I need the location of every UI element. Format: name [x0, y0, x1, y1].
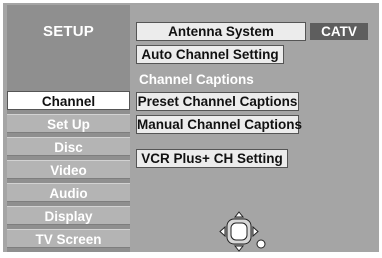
- menu-item-tv-screen[interactable]: TV Screen: [7, 229, 130, 248]
- antenna-system-button[interactable]: Antenna System: [136, 22, 306, 41]
- channel-captions-heading: Channel Captions: [139, 72, 254, 87]
- menu-title: SETUP: [42, 23, 94, 40]
- enter-dot-icon: [256, 239, 266, 249]
- vcr-plus-ch-setting-button[interactable]: VCR Plus+ CH Setting: [136, 149, 288, 168]
- setup-menu: SETUP Channel Set Up Disc Video Audio Di…: [7, 5, 130, 252]
- setup-screen: SETUP Channel Set Up Disc Video Audio Di…: [3, 3, 379, 252]
- menu-item-video[interactable]: Video: [7, 160, 130, 179]
- menu-item-audio[interactable]: Audio: [7, 183, 130, 202]
- menu-item-set-up[interactable]: Set Up: [7, 114, 130, 133]
- manual-channel-captions-button[interactable]: Manual Channel Captions: [136, 115, 302, 134]
- auto-channel-setting-button[interactable]: Auto Channel Setting: [136, 45, 284, 64]
- navigation-hint: [219, 211, 269, 253]
- menu-item-channel[interactable]: Channel: [7, 91, 130, 110]
- menu-item-disc[interactable]: Disc: [7, 137, 130, 156]
- antenna-system-value: CATV: [310, 23, 368, 40]
- menu-item-display[interactable]: Display: [7, 206, 130, 225]
- preset-channel-captions-button[interactable]: Preset Channel Captions: [136, 92, 299, 111]
